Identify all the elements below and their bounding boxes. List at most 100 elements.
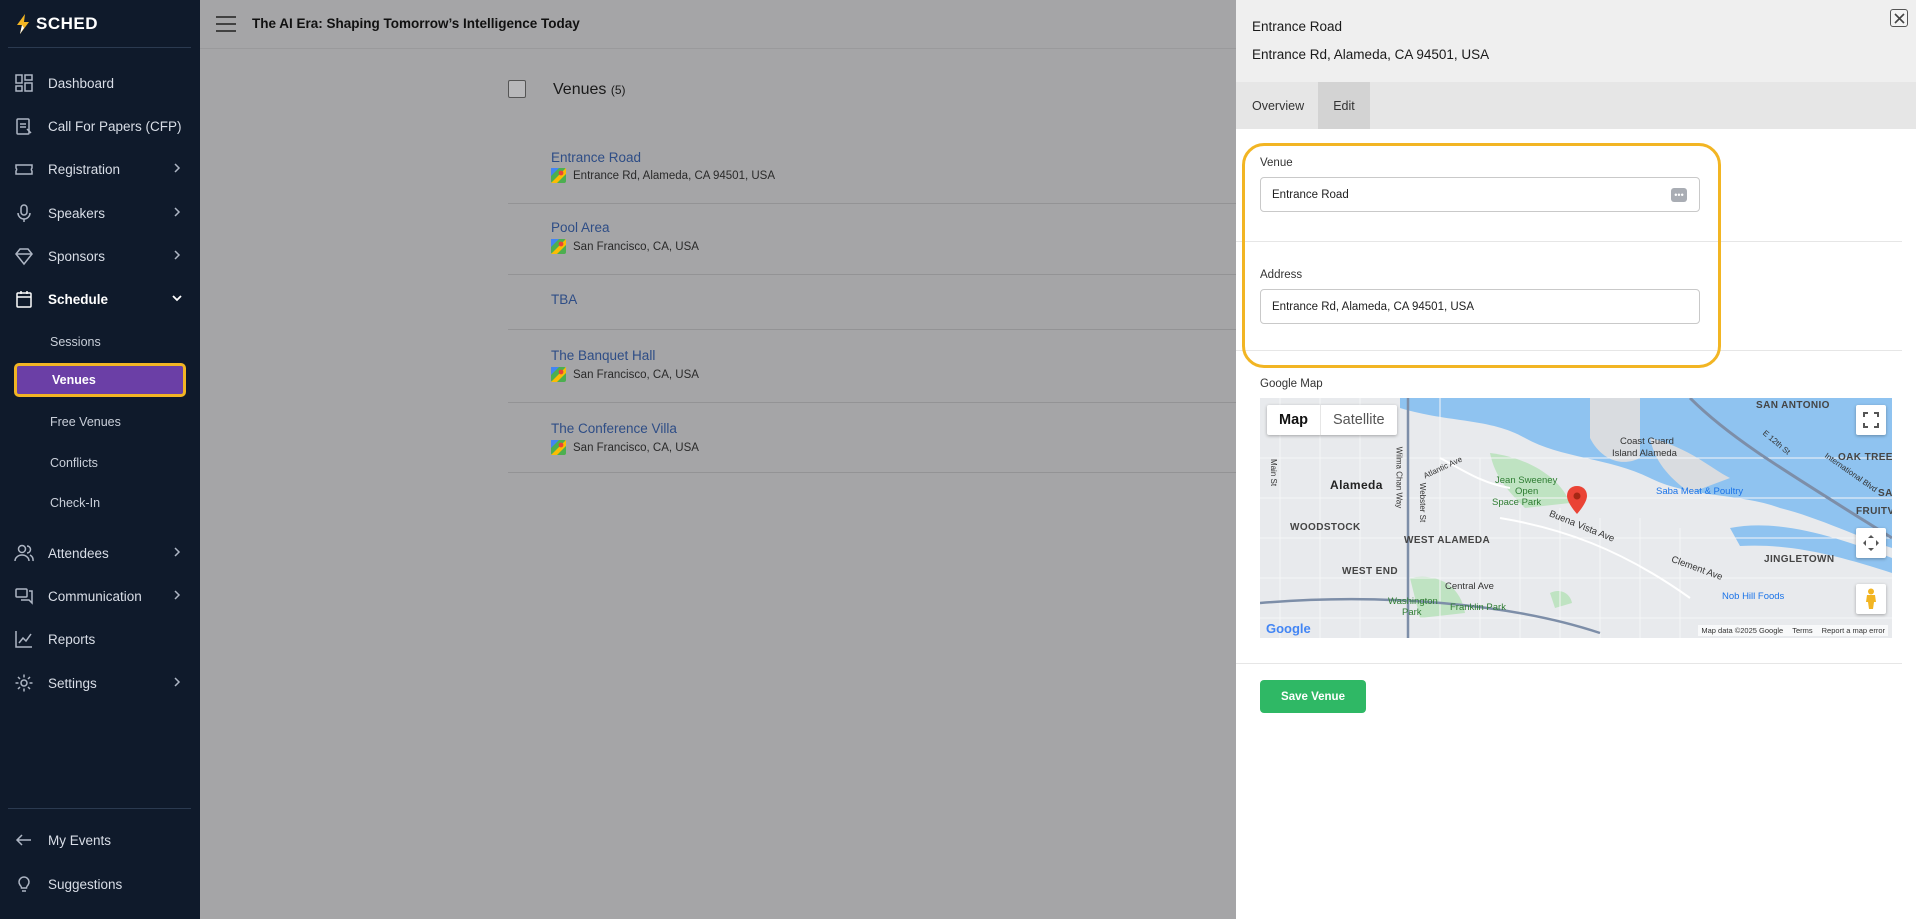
list-item[interactable]: The Conference Villa San Francisco, CA, … [508, 403, 1236, 473]
sidebar-item-cfp[interactable]: Call For Papers (CFP) [0, 106, 200, 146]
section-divider [1236, 663, 1902, 664]
sidebar-item-schedule[interactable]: Schedule [0, 279, 200, 319]
fullscreen-button[interactable] [1856, 405, 1886, 435]
sidebar-item-attendees[interactable]: Attendees [0, 533, 200, 573]
google-map-label: Google Map [1260, 378, 1323, 390]
sidebar-item-label: Call For Papers (CFP) [48, 118, 182, 134]
venues-count: (5) [610, 83, 626, 97]
panel-tabs: Overview Edit [1236, 82, 1916, 129]
map-type-satellite-button[interactable]: Satellite [1320, 405, 1397, 435]
map-label: Webster St [1418, 482, 1428, 523]
map-label: WEST END [1342, 566, 1398, 577]
chevron-right-icon [174, 250, 181, 260]
venue-name-link[interactable]: Pool Area [551, 220, 610, 235]
camera-control-button[interactable] [1856, 528, 1886, 558]
select-all-checkbox[interactable] [508, 80, 526, 98]
list-item[interactable]: Pool Area San Francisco, CA, USA [508, 204, 1236, 275]
sidebar-item-label: Schedule [48, 291, 109, 307]
venue-list: Entrance Road Entrance Rd, Alameda, CA 9… [508, 136, 1236, 473]
sched-logo[interactable]: SCHED [14, 12, 98, 36]
sidebar-item-reports[interactable]: Reports [0, 619, 200, 659]
sidebar-item-sponsors[interactable]: Sponsors [0, 236, 200, 276]
venue-address: San Francisco, CA, USA [551, 239, 699, 254]
map-label: WOODSTOCK [1290, 522, 1361, 533]
map-label: Alameda [1330, 478, 1383, 492]
sidebar-item-label: Registration [48, 161, 121, 177]
map-label: Washington [1388, 596, 1438, 607]
hamburger-menu-icon[interactable] [215, 15, 237, 33]
map-label: JINGLETOWN [1764, 554, 1835, 565]
list-item[interactable]: TBA [508, 275, 1236, 330]
tab-edit[interactable]: Edit [1318, 82, 1370, 129]
map-pin-icon[interactable] [1567, 486, 1587, 514]
map-terms-link[interactable]: Terms [1792, 626, 1812, 635]
move-arrows-icon [1863, 535, 1879, 551]
focus-highlight [1242, 143, 1721, 368]
save-venue-button[interactable]: Save Venue [1260, 680, 1366, 713]
close-panel-button[interactable] [1890, 9, 1908, 27]
sidebar-subitem-conflicts[interactable]: Conflicts [14, 446, 186, 480]
map-label: SAN ANTONIO [1756, 400, 1830, 411]
google-maps-icon [551, 440, 566, 455]
venue-address-text: Entrance Rd, Alameda, CA 94501, USA [573, 169, 776, 182]
map-label: Central Ave [1445, 581, 1494, 592]
map-type-control: Map Satellite [1267, 405, 1397, 435]
map-label: Saba Meat & Poultry [1656, 486, 1744, 497]
microphone-icon [17, 204, 31, 222]
fullscreen-icon [1863, 412, 1879, 428]
clipboard-icon [16, 118, 32, 135]
google-logo: Google [1266, 621, 1311, 636]
sidebar-divider [8, 808, 191, 809]
sidebar-item-label: Communication [48, 588, 142, 604]
diamond-icon [15, 248, 33, 266]
sidebar-item-suggestions[interactable]: Suggestions [0, 864, 200, 904]
map-label: Open [1515, 486, 1539, 497]
event-title: The AI Era: Shaping Tomorrow’s Intellige… [252, 16, 580, 31]
sidebar-item-my-events[interactable]: My Events [0, 820, 200, 860]
chevron-down-icon [172, 295, 182, 302]
sidebar-item-registration[interactable]: Registration [0, 149, 200, 189]
chevron-right-icon [174, 163, 181, 173]
sidebar-item-speakers[interactable]: Speakers [0, 193, 200, 233]
venues-title: Venues [553, 81, 607, 98]
venue-name-link[interactable]: Entrance Road [551, 150, 641, 165]
map-label: Park [1402, 607, 1422, 618]
sidebar-item-communication[interactable]: Communication [0, 576, 200, 616]
venue-name-link[interactable]: The Banquet Hall [551, 348, 655, 363]
map-report-error-link[interactable]: Report a map error [1822, 626, 1885, 635]
tab-overview[interactable]: Overview [1236, 82, 1318, 129]
map-label: Jean Sweeney [1495, 475, 1558, 486]
panel-subtitle: Entrance Rd, Alameda, CA 94501, USA [1252, 47, 1490, 62]
chevron-right-icon [174, 677, 181, 687]
venues-select-all[interactable] [508, 80, 526, 98]
list-item[interactable]: Entrance Road Entrance Rd, Alameda, CA 9… [508, 136, 1236, 204]
venue-name-link[interactable]: TBA [551, 292, 577, 307]
sidebar-item-label: Suggestions [48, 876, 123, 892]
google-map[interactable]: SAN ANTONIO Coast Guard Island Alameda O… [1260, 398, 1892, 638]
sidebar-item-dashboard[interactable]: Dashboard [0, 63, 200, 103]
pegman-icon [1866, 588, 1876, 609]
sidebar-subitem-check-in[interactable]: Check-In [14, 486, 186, 520]
chart-line-icon [15, 631, 32, 648]
sidebar-item-label: Dashboard [48, 75, 115, 91]
sidebar-subitem-venues[interactable]: Venues [14, 363, 186, 397]
venue-name-link[interactable]: The Conference Villa [551, 421, 677, 436]
map-label: Wilma Chan Way [1394, 446, 1404, 509]
sidebar-item-label: Sponsors [48, 248, 106, 264]
street-view-button[interactable] [1856, 584, 1886, 614]
sidebar-item-settings[interactable]: Settings [0, 663, 200, 703]
sidebar-subitem-free-venues[interactable]: Free Venues [14, 405, 186, 439]
map-label: Island Alameda [1612, 448, 1677, 459]
ticket-icon [15, 164, 33, 175]
sidebar-subitem-sessions[interactable]: Sessions [14, 325, 186, 359]
close-icon [1893, 12, 1905, 24]
venue-address: Entrance Rd, Alameda, CA 94501, USA [551, 168, 775, 183]
map-label: WEST ALAMEDA [1404, 535, 1491, 546]
map-type-map-button[interactable]: Map [1267, 405, 1320, 435]
map-label: Coast Guard [1620, 436, 1674, 447]
chevron-right-icon [174, 207, 181, 217]
calendar-icon [16, 291, 32, 308]
map-attribution: Map data ©2025 Google [1701, 626, 1784, 635]
list-item[interactable]: The Banquet Hall San Francisco, CA, USA [508, 330, 1236, 403]
sidebar-item-label: My Events [48, 832, 112, 848]
